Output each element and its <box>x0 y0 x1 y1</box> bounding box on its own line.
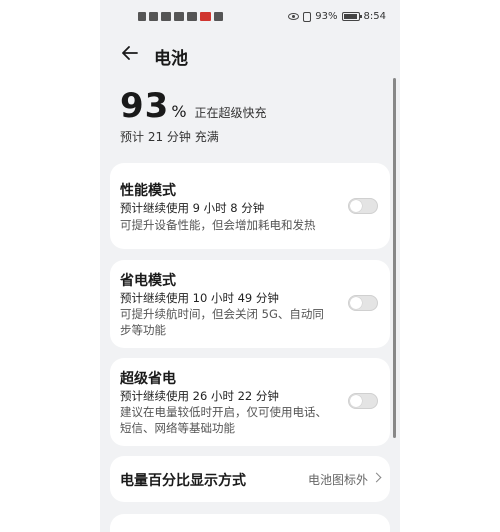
eye-icon <box>288 13 300 20</box>
app-icon <box>200 12 211 21</box>
battery-level: 93 % 正在超级快充 <box>120 86 267 126</box>
percent-display-value: 电池图标外 <box>307 473 368 487</box>
charging-status: 正在超级快充 <box>194 106 267 120</box>
ultra-saving-toggle[interactable] <box>348 393 378 409</box>
power-saving-title: 省电模式 <box>120 273 176 289</box>
phone-screen: 93% 8:54 电池 93 % 正在超级快充 预计 21 分钟 充满 性能模式… <box>100 0 400 532</box>
performance-mode-toggle[interactable] <box>348 198 378 214</box>
chevron-right-icon <box>371 472 382 483</box>
power-saving-card[interactable]: 省电模式 预计继续使用 10 小时 49 分钟 可提升续航时间，但会关闭 5G、… <box>110 260 390 348</box>
percent-display-label: 电量百分比显示方式 <box>120 473 246 489</box>
status-bar: 93% 8:54 <box>100 0 400 36</box>
header: 电池 <box>100 36 400 72</box>
ultra-saving-description: 建议在电量较低时开启，仅可使用电话、短信、网络等基础功能 <box>120 405 327 435</box>
performance-mode-title: 性能模式 <box>120 183 176 199</box>
battery-level-unit: % <box>171 102 187 121</box>
battery-percent-text: 93% <box>315 11 338 22</box>
page-title: 电池 <box>154 49 188 69</box>
ultra-saving-duration: 预计继续使用 26 小时 22 分钟 <box>120 389 279 403</box>
scrollbar[interactable] <box>393 78 396 438</box>
power-saving-toggle[interactable] <box>348 295 378 311</box>
power-saving-duration: 预计继续使用 10 小时 49 分钟 <box>120 291 279 305</box>
ultra-saving-card[interactable]: 超级省电 预计继续使用 26 小时 22 分钟 建议在电量较低时开启，仅可使用电… <box>110 358 390 446</box>
status-left-icons <box>138 12 223 21</box>
charge-eta: 预计 21 分钟 充满 <box>120 130 219 144</box>
next-setting-row[interactable] <box>110 514 390 532</box>
status-right: 93% 8:54 <box>288 11 386 22</box>
ultra-saving-title: 超级省电 <box>120 371 176 387</box>
sim-icon <box>149 12 158 21</box>
arrow-left-icon[interactable] <box>120 43 140 63</box>
vibrate-icon <box>303 11 312 22</box>
performance-mode-card[interactable]: 性能模式 预计继续使用 9 小时 8 分钟 可提升设备性能，但会增加耗电和发热 <box>110 163 390 249</box>
power-saving-description: 可提升续航时间，但会关闭 5G、自动同步等功能 <box>120 307 324 337</box>
nfc-icon <box>138 12 146 21</box>
wechat-icon <box>187 12 197 21</box>
battery-level-number: 93 <box>120 86 170 126</box>
percent-display-row[interactable]: 电量百分比显示方式 电池图标外 <box>110 456 390 502</box>
app-icon <box>214 12 223 21</box>
clock: 8:54 <box>363 11 386 22</box>
performance-mode-duration: 预计继续使用 9 小时 8 分钟 <box>120 201 265 215</box>
signal-icon <box>161 12 171 21</box>
wifi-icon <box>174 12 184 21</box>
performance-mode-description: 可提升设备性能，但会增加耗电和发热 <box>120 218 316 232</box>
battery-icon <box>341 12 362 21</box>
